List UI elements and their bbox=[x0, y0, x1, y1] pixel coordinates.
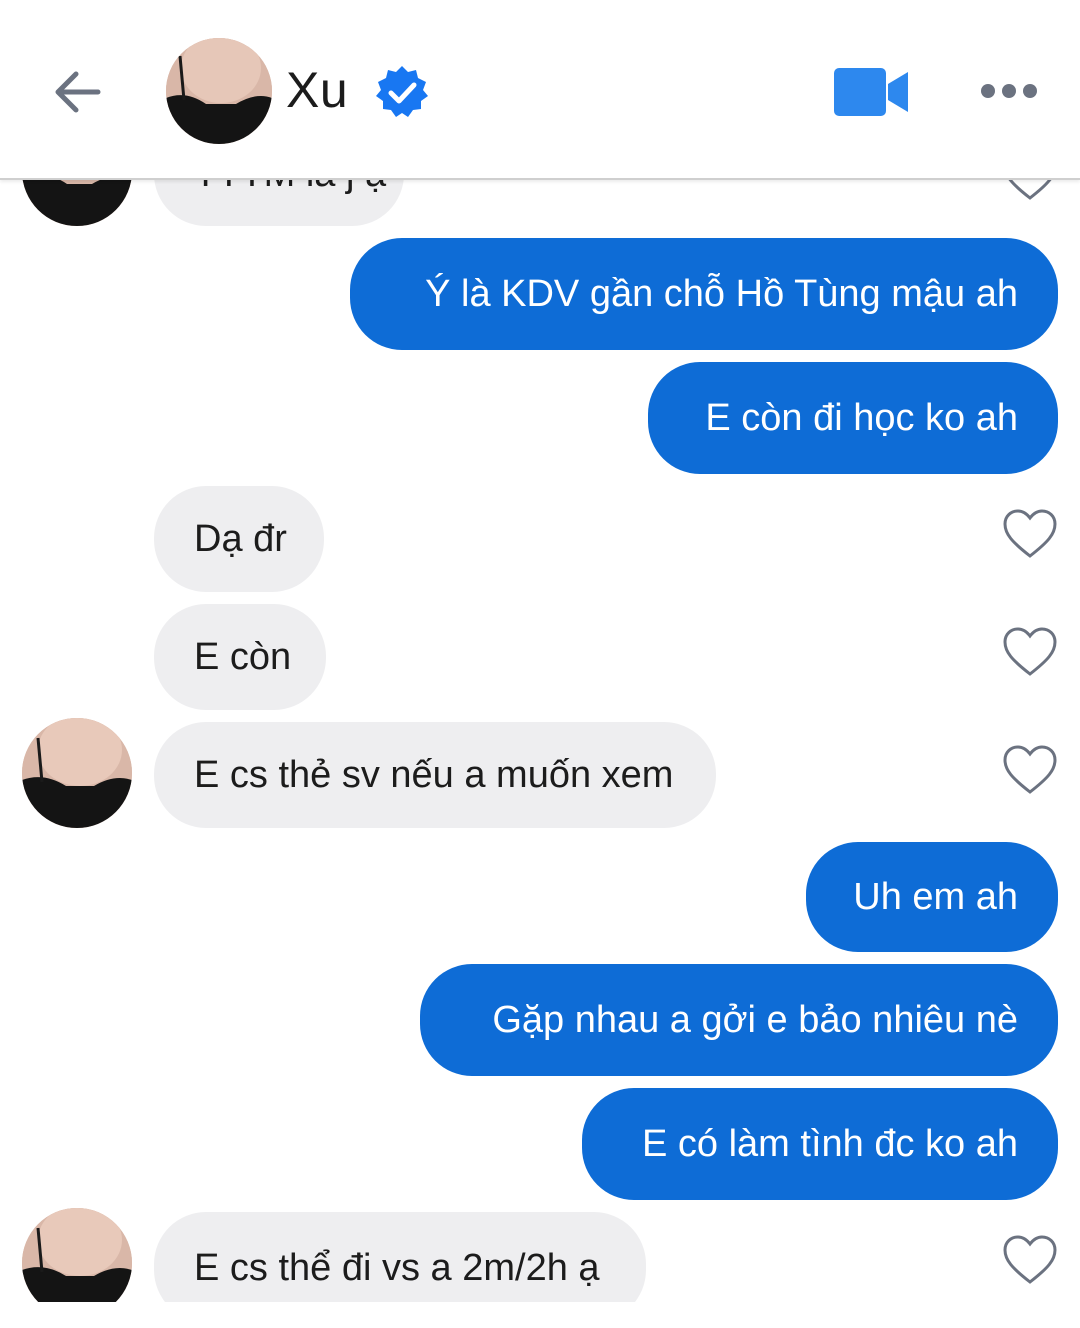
more-options-icon[interactable] bbox=[978, 76, 1040, 106]
message-bubble-outgoing[interactable]: E có làm tình đc ko ah bbox=[582, 1088, 1058, 1200]
message-list[interactable]: TTTM là j ạ Ý là KDV gần chỗ Hồ Tùng mậu… bbox=[0, 180, 1080, 1302]
contact-avatar[interactable] bbox=[166, 38, 272, 144]
message-text: Dạ đr bbox=[194, 518, 287, 560]
message-bubble-outgoing[interactable]: Gặp nhau a gởi e bảo nhiêu nè bbox=[420, 964, 1058, 1076]
message-text: E cs thẻ sv nếu a muốn xem bbox=[194, 754, 674, 796]
message-text: E có làm tình đc ko ah bbox=[642, 1123, 1018, 1165]
back-arrow-icon[interactable] bbox=[48, 62, 108, 122]
sender-avatar[interactable] bbox=[22, 718, 132, 828]
message-bubble-outgoing[interactable]: E còn đi học ko ah bbox=[648, 362, 1058, 474]
message-bubble-outgoing[interactable]: Ý là KDV gần chỗ Hồ Tùng mậu ah bbox=[350, 238, 1058, 350]
message-text: Gặp nhau a gởi e bảo nhiêu nè bbox=[492, 999, 1018, 1041]
chat-header: Xu bbox=[0, 0, 1080, 180]
message-bubble-incoming[interactable]: E cs thể đi vs a 2m/2h ạ bbox=[154, 1212, 646, 1302]
sender-avatar[interactable] bbox=[22, 180, 132, 226]
heart-react-icon[interactable] bbox=[1002, 1234, 1058, 1286]
video-call-icon[interactable] bbox=[834, 68, 910, 116]
message-text: Uh em ah bbox=[853, 876, 1018, 918]
message-bubble-incoming[interactable]: E còn bbox=[154, 604, 326, 710]
verified-badge-icon bbox=[376, 66, 428, 117]
message-bubble-incoming[interactable]: Dạ đr bbox=[154, 486, 324, 592]
message-text: E còn đi học ko ah bbox=[705, 397, 1018, 439]
message-bubble-incoming[interactable]: TTTM là j ạ bbox=[154, 180, 404, 226]
sender-avatar[interactable] bbox=[22, 1208, 132, 1302]
message-bubble-incoming[interactable]: E cs thẻ sv nếu a muốn xem bbox=[154, 722, 716, 828]
message-text: E còn bbox=[194, 636, 292, 678]
contact-name[interactable]: Xu bbox=[286, 58, 348, 122]
heart-react-icon[interactable] bbox=[1002, 744, 1058, 796]
heart-react-icon[interactable] bbox=[1002, 180, 1058, 202]
message-text: Ý là KDV gần chỗ Hồ Tùng mậu ah bbox=[425, 273, 1018, 315]
heart-react-icon[interactable] bbox=[1002, 626, 1058, 678]
message-bubble-outgoing[interactable]: Uh em ah bbox=[806, 842, 1058, 952]
bottom-edge bbox=[0, 1302, 1080, 1328]
message-text: E cs thể đi vs a 2m/2h ạ bbox=[194, 1247, 600, 1289]
heart-react-icon[interactable] bbox=[1002, 508, 1058, 560]
message-text: TTTM là j ạ bbox=[194, 180, 386, 196]
